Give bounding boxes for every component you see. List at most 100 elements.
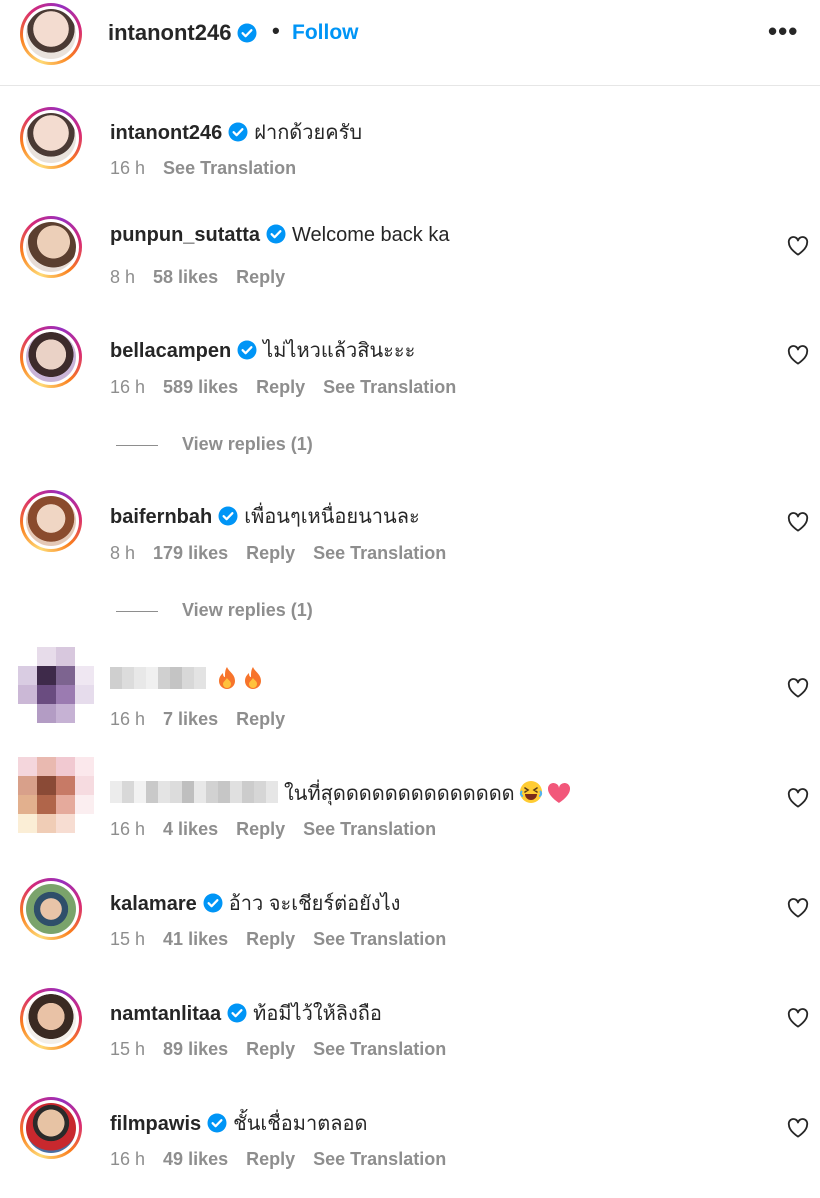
comment-meta: 15 h 41 likes Reply See Translation bbox=[110, 929, 464, 950]
verified-badge-icon bbox=[237, 23, 257, 43]
see-translation-link[interactable]: See Translation bbox=[303, 819, 436, 839]
see-translation-link[interactable]: See Translation bbox=[313, 543, 446, 563]
avatar[interactable] bbox=[20, 107, 82, 169]
comment-item: namtanlitaa ท้อมีไว้ให้ลิงถือ 15 h 89 like… bbox=[0, 971, 820, 1081]
verified-badge-icon bbox=[207, 1113, 227, 1133]
author-avatar[interactable] bbox=[20, 3, 82, 65]
comment-item: bellacampen ไม่ไหวแล้วสินะะะ 16 h 589 like… bbox=[0, 306, 820, 476]
comment-username[interactable]: punpun_sutatta bbox=[110, 224, 260, 246]
fire-emoji-icon bbox=[218, 667, 235, 689]
comment-username[interactable]: namtanlitaa bbox=[110, 1003, 221, 1025]
comment-username[interactable]: bellacampen bbox=[110, 340, 231, 362]
comment-username[interactable]: filmpawis bbox=[110, 1113, 201, 1135]
likes-count[interactable]: 4 likes bbox=[163, 819, 218, 839]
comment-username[interactable]: intanont246 bbox=[110, 122, 222, 144]
verified-badge-icon bbox=[266, 224, 286, 244]
avatar[interactable] bbox=[20, 988, 82, 1050]
reply-button[interactable]: Reply bbox=[236, 709, 285, 729]
likes-count[interactable]: 58 likes bbox=[153, 267, 218, 287]
comment-meta: 16 h 49 likes Reply See Translation bbox=[110, 1149, 464, 1170]
comment-item: ในที่สุดดดดดดดดดดดดดด 16 h 4 likes Reply Se… bbox=[0, 751, 820, 861]
likes-count[interactable]: 7 likes bbox=[163, 709, 218, 729]
like-heart-icon[interactable] bbox=[787, 678, 809, 698]
comment-meta: 16 h 589 likes Reply See Translation bbox=[110, 377, 474, 398]
reply-thread-line bbox=[116, 610, 158, 612]
comment-meta: 8 h 179 likes Reply See Translation bbox=[110, 543, 464, 564]
verified-badge-icon bbox=[228, 122, 248, 142]
see-translation-link[interactable]: See Translation bbox=[313, 1039, 446, 1059]
comment-time: 16 h bbox=[110, 709, 146, 729]
see-translation-link[interactable]: See Translation bbox=[323, 377, 456, 397]
likes-count[interactable]: 89 likes bbox=[163, 1039, 228, 1059]
reply-button[interactable]: Reply bbox=[256, 377, 305, 397]
likes-count[interactable]: 49 likes bbox=[163, 1149, 228, 1169]
comment-item: intanont246 ฝากด้วยครับ 16 h See Translati… bbox=[0, 86, 820, 196]
avatar[interactable] bbox=[20, 490, 82, 552]
pink-heart-emoji-icon bbox=[547, 782, 570, 803]
comment-text: ท้อมีไว้ให้ลิงถือ bbox=[253, 1003, 382, 1025]
comment-text: Welcome back ka bbox=[292, 224, 450, 246]
comment-text: อ้าว จะเชียร์ต่อยังไง bbox=[228, 893, 401, 915]
comment-username[interactable]: kalamare bbox=[110, 893, 197, 915]
comment-item: punpun_sutatta Welcome back ka 8 h 58 like… bbox=[0, 196, 820, 306]
like-heart-icon[interactable] bbox=[787, 788, 809, 808]
reply-button[interactable]: Reply bbox=[246, 543, 295, 563]
avatar[interactable] bbox=[20, 878, 82, 940]
reply-button[interactable]: Reply bbox=[236, 819, 285, 839]
reply-thread-line bbox=[116, 444, 158, 446]
avatar[interactable] bbox=[20, 326, 82, 388]
post-header: intanont246 • Follow ••• bbox=[0, 0, 820, 86]
like-heart-icon[interactable] bbox=[787, 345, 809, 365]
reply-button[interactable]: Reply bbox=[246, 1149, 295, 1169]
blurred-username[interactable] bbox=[110, 666, 206, 695]
avatar[interactable] bbox=[20, 216, 82, 278]
comment-text: ในที่สุดดดดดดดดดดดดดด bbox=[284, 783, 515, 805]
separator-dot: • bbox=[272, 18, 280, 43]
comment-text: ไม่ไหวแล้วสินะะะ bbox=[263, 340, 416, 362]
likes-count[interactable]: 41 likes bbox=[163, 929, 228, 949]
see-translation-link[interactable]: See Translation bbox=[163, 158, 296, 178]
comment-meta: 15 h 89 likes Reply See Translation bbox=[110, 1039, 464, 1060]
blurred-username[interactable] bbox=[110, 780, 278, 809]
see-translation-link[interactable]: See Translation bbox=[313, 929, 446, 949]
reply-button[interactable]: Reply bbox=[236, 267, 285, 287]
view-replies-button[interactable]: View replies (1) bbox=[116, 600, 313, 621]
comment-time: 15 h bbox=[110, 1039, 146, 1059]
comment-item: 16 h 7 likes Reply bbox=[0, 641, 820, 751]
like-heart-icon[interactable] bbox=[787, 898, 809, 918]
like-heart-icon[interactable] bbox=[787, 236, 809, 256]
comment-text: ฝากด้วยครับ bbox=[254, 122, 363, 144]
comment-time: 16 h bbox=[110, 819, 146, 839]
comment-time: 16 h bbox=[110, 377, 146, 397]
like-heart-icon[interactable] bbox=[787, 1118, 809, 1138]
verified-badge-icon bbox=[227, 1003, 247, 1023]
reply-button[interactable]: Reply bbox=[246, 929, 295, 949]
avatar[interactable] bbox=[20, 1097, 82, 1159]
likes-count[interactable]: 179 likes bbox=[153, 543, 228, 563]
view-replies-button[interactable]: View replies (1) bbox=[116, 434, 313, 455]
comment-item: baifernbah เพื่อนๆเหนื่อยนานละ 8 h 179 lik… bbox=[0, 476, 820, 641]
likes-count[interactable]: 589 likes bbox=[163, 377, 238, 397]
reply-button[interactable]: Reply bbox=[246, 1039, 295, 1059]
blurred-avatar[interactable] bbox=[18, 647, 94, 723]
comment-item: kalamare อ้าว จะเชียร์ต่อยังไง 15 h 41 lik… bbox=[0, 861, 820, 971]
comment-time: 15 h bbox=[110, 929, 146, 949]
comment-time: 16 h bbox=[110, 158, 146, 178]
like-heart-icon[interactable] bbox=[787, 1008, 809, 1028]
comment-username[interactable]: baifernbah bbox=[110, 506, 212, 528]
see-translation-link[interactable]: See Translation bbox=[313, 1149, 446, 1169]
verified-badge-icon bbox=[203, 893, 223, 913]
author-username[interactable]: intanont246 bbox=[108, 20, 257, 46]
comment-meta: 16 h 4 likes Reply See Translation bbox=[110, 819, 454, 840]
laughing-face-emoji-icon bbox=[519, 781, 542, 803]
comment-text: ชั้นเชื่อมาตลอด bbox=[233, 1113, 368, 1135]
follow-button[interactable]: Follow bbox=[292, 21, 359, 45]
comment-meta: 16 h 7 likes Reply bbox=[110, 709, 303, 730]
blurred-avatar[interactable] bbox=[18, 757, 94, 833]
comment-time: 8 h bbox=[110, 543, 136, 563]
like-heart-icon[interactable] bbox=[787, 512, 809, 532]
more-options-icon[interactable]: ••• bbox=[768, 16, 798, 47]
comment-meta: 8 h 58 likes Reply bbox=[110, 267, 303, 288]
verified-badge-icon bbox=[218, 506, 238, 526]
fire-emoji-icon bbox=[244, 667, 261, 689]
